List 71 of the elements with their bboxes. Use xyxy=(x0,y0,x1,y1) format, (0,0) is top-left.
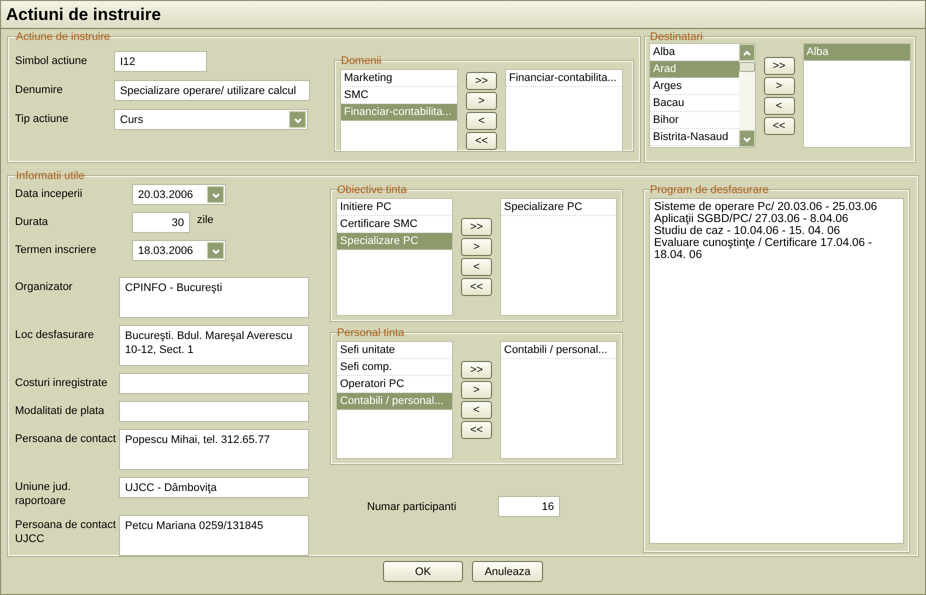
group-title: Domenii xyxy=(340,55,382,67)
dropdown[interactable]: Curs xyxy=(114,109,308,130)
move-button[interactable]: << xyxy=(466,132,497,150)
scroll-up-button[interactable] xyxy=(738,44,755,61)
text-area[interactable]: Petcu Mariana 0259/131845 xyxy=(119,515,309,556)
input-field[interactable] xyxy=(119,373,309,394)
list-item[interactable]: Financiar-contabilita... xyxy=(506,70,622,87)
input-field[interactable]: I12 xyxy=(114,51,207,72)
field-label: Loc desfasurare xyxy=(15,328,95,342)
field-label: Costuri inregistrate xyxy=(15,376,108,390)
group-title: Actiune de instruire xyxy=(15,31,112,43)
text-line: Studiu de caz - 10.04.06 - 15. 04. 06 xyxy=(654,225,842,237)
text-line: Aplicaţii SGBD/PC/ 27.03.06 - 8.04.06 xyxy=(654,213,850,225)
scroll-thumb[interactable] xyxy=(738,62,755,72)
list-item[interactable]: Contabili / personal... xyxy=(501,342,616,359)
dialog-button[interactable]: OK xyxy=(383,561,463,582)
move-button[interactable]: > xyxy=(461,381,492,399)
move-button[interactable]: < xyxy=(461,258,492,276)
move-button[interactable]: < xyxy=(764,96,795,114)
field-label: Persoana de contact UJCC xyxy=(15,518,117,546)
field-label: Tip actiune xyxy=(15,112,70,126)
field-label: Organizator xyxy=(15,280,74,294)
scrollbar[interactable] xyxy=(738,44,755,147)
move-button[interactable]: < xyxy=(466,112,497,130)
move-button[interactable]: >> xyxy=(466,72,497,90)
input-field[interactable]: 30 xyxy=(132,212,190,233)
text-line: Sisteme de operare Pc/ 20.03.06 - 25.03.06 xyxy=(654,201,878,213)
group-title: Obiective tinta xyxy=(336,184,408,196)
field-label: Uniune jud. raportoare xyxy=(15,480,72,508)
group-title: Destinatari xyxy=(649,31,704,43)
move-button[interactable]: > xyxy=(461,238,492,256)
move-button[interactable]: << xyxy=(764,116,795,134)
field-label: Data inceperii xyxy=(15,187,84,201)
group-title: Personal tinta xyxy=(336,327,406,339)
field-label: Persoana de contact xyxy=(15,432,117,446)
field-label: Denumire xyxy=(15,83,64,97)
field-label: Durata xyxy=(15,215,50,229)
text-area[interactable]: Bucureşti. Bdul. Mareşal Averescu 10-12, Sect. 1 xyxy=(119,325,309,366)
list-item[interactable]: Sefi unitate xyxy=(337,342,452,359)
input-field[interactable] xyxy=(119,401,309,422)
scroll-down-button[interactable] xyxy=(738,130,755,147)
field-label: Termen inscriere xyxy=(15,243,98,257)
text-line: Evaluare cunoştinţe / Certificare 17.04.06 - 18.04. 06 xyxy=(654,237,873,261)
move-button[interactable]: >> xyxy=(461,218,492,236)
group-title: Informatii utile xyxy=(15,170,86,182)
input-field[interactable]: 16 xyxy=(498,496,560,517)
move-button[interactable]: >> xyxy=(461,361,492,379)
list-item[interactable]: Sefi comp. xyxy=(337,359,452,376)
field-label: Modalitati de plata xyxy=(15,404,106,418)
move-button[interactable]: > xyxy=(764,76,795,94)
window-title: Actiuni de instruire xyxy=(6,4,161,24)
field-label: Numar participanti xyxy=(367,500,458,514)
move-button[interactable]: << xyxy=(461,278,492,296)
group-title: Program de desfasurare xyxy=(649,184,770,196)
input-field[interactable]: UJCC - Dâmboviţa xyxy=(119,477,309,498)
move-button[interactable]: << xyxy=(461,421,492,439)
list-item[interactable]: Specializare PC xyxy=(501,199,616,216)
text-area[interactable]: Popescu Mihai, tel. 312.65.77 xyxy=(119,429,309,470)
dialog-button[interactable]: Anuleaza xyxy=(472,561,543,582)
text-area[interactable]: CPINFO - Bucureşti xyxy=(119,277,309,318)
text-area[interactable]: Sisteme de operare Pc/ 20.03.06 - 25.03.06 Aplicaţii SGBD/PC/ 27.03.06 - 8.04.06 Studiu de caz - 10.04.06 - 15. 04. 06 Evaluare cunoştinţe / Certificare 17.04.06 - 18.04. 06 xyxy=(649,198,904,544)
field-label: Simbol actiune xyxy=(15,54,88,68)
unit-label: zile xyxy=(196,213,214,226)
input-field[interactable]: Specializare operare/ utilizare calcul xyxy=(114,80,310,101)
move-button[interactable]: > xyxy=(466,92,497,110)
move-button[interactable]: < xyxy=(461,401,492,419)
move-button[interactable]: >> xyxy=(764,56,795,74)
list-item[interactable]: Marketing xyxy=(341,70,457,87)
date-picker[interactable]: 18.03.2006 xyxy=(132,240,226,261)
date-picker[interactable]: 20.03.2006 xyxy=(132,184,226,205)
list-item[interactable]: Initiere PC xyxy=(337,199,452,216)
